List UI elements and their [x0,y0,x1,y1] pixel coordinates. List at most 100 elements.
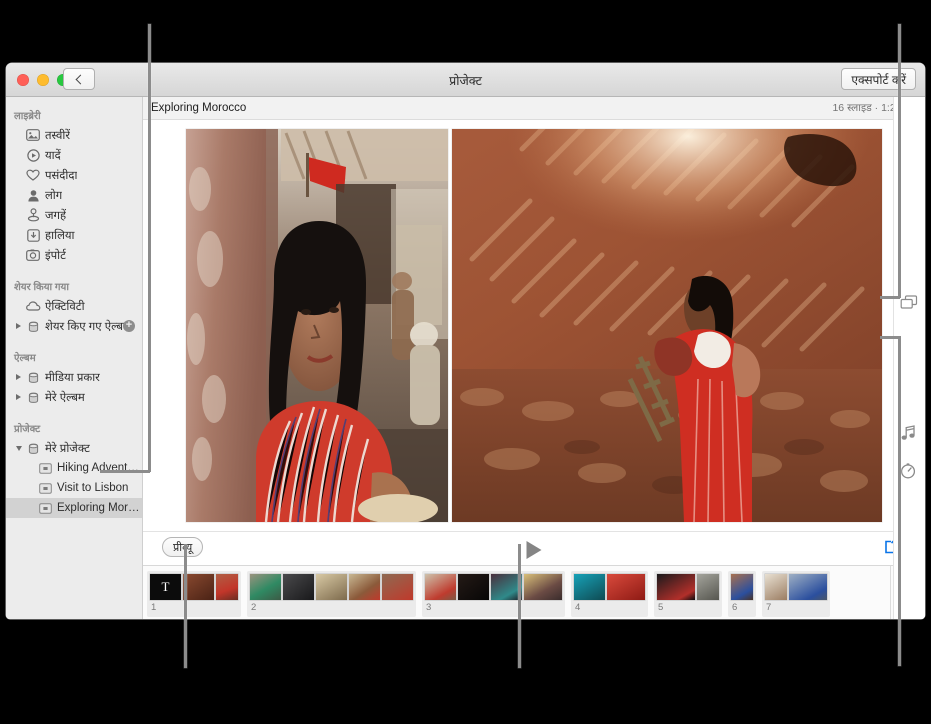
export-button[interactable]: एक्सपोर्ट करें [841,68,916,90]
filmstrip-thumbnail[interactable] [216,574,238,600]
filmstrip-thumbs: T [150,574,238,600]
sidebar-item-import[interactable]: इंपोर्ट [6,245,142,265]
sidebar-item-places[interactable]: जगहें [6,205,142,225]
sidebar-section-header-library: लाइब्रेरी [14,111,41,122]
duration-timer-icon[interactable] [900,463,916,484]
filmstrip-thumbnail[interactable] [731,574,753,600]
sidebar-item-visit-to-lisbon[interactable]: Visit to Lisbon [6,478,142,498]
filmstrip-thumbnail[interactable] [607,574,645,600]
play-icon[interactable] [526,541,542,559]
filmstrip-group-number: 7 [766,602,772,613]
sidebar-item-label: Visit to Lisbon [57,482,129,494]
album-icon [24,391,42,404]
filmstrip-thumbs [250,574,413,600]
disclosure-triangle-collapsed[interactable] [14,394,23,400]
filmstrip-thumbnail[interactable] [250,574,281,600]
callout-line-preview-button [184,544,187,668]
slide-photo-right[interactable] [452,129,882,522]
sidebar-item-activity[interactable]: ऐक्टिविटी [6,296,142,316]
filmstrip-group[interactable]: 2 [247,571,416,617]
album-icon [24,442,42,455]
filmstrip-thumbs [765,574,827,600]
add-shared-album-button[interactable]: + [123,320,135,332]
filmstrip-group[interactable]: 5 [654,571,722,617]
sidebar-item-my-projects[interactable]: मेरे प्रोजेक्ट [6,438,142,458]
slideshow-icon [36,502,54,514]
sidebar-item-label: शेयर किए गए ऐल्बम [45,320,130,333]
album-icon [24,320,42,333]
sidebar-section-header-shared: शेयर किया गया [14,282,69,293]
slide-photo-pair [186,129,882,522]
filmstrip-group[interactable]: 3 [422,571,565,617]
filmstrip-thumbnail[interactable] [316,574,347,600]
sidebar-item-media-types[interactable]: मीडिया प्रकार [6,367,142,387]
callout-line-inspector-top-arm [880,296,900,299]
sidebar-item-recents[interactable]: हालिया [6,225,142,245]
sidebar-item-photos[interactable]: तस्वीरें [6,125,142,145]
filmstrip-thumbs [657,574,719,600]
disclosure-triangle-collapsed[interactable] [14,323,23,329]
page-title: प्रोजेक्ट [449,74,482,88]
callout-line-play-button [518,544,521,668]
sidebar-item-exploring-morocco[interactable]: Exploring Moroc... [6,498,142,518]
cloud-icon [24,301,42,311]
window-titlebar: प्रोजेक्ट एक्सपोर्ट करें [6,63,925,97]
sidebar-item-memories[interactable]: यादें [6,145,142,165]
themes-windows-icon[interactable] [900,295,918,315]
slide-photo-left[interactable] [186,129,448,522]
filmstrip-group[interactable]: T 1 [147,571,241,617]
filmstrip-title-thumbnail[interactable]: T [150,574,181,600]
slide-filmstrip[interactable]: T 1 2 3 4 5 6 7 [143,565,925,619]
disclosure-triangle-expanded[interactable] [14,445,23,451]
memories-icon [24,148,42,162]
filmstrip-group[interactable]: 4 [571,571,648,617]
callout-line-inspector-bottom-arm [880,336,900,339]
filmstrip-group-number: 1 [151,602,157,613]
sidebar-item-shared-albums[interactable]: शेयर किए गए ऐल्बम + [6,316,142,336]
sidebar-item-label: तस्वीरें [45,129,71,142]
filmstrip-group-number: 5 [658,602,664,613]
filmstrip-thumbnail[interactable] [283,574,314,600]
filmstrip-thumbnail[interactable] [697,574,719,600]
sidebar-item-people[interactable]: लोग [6,185,142,205]
filmstrip-thumbnail[interactable] [524,574,562,600]
photos-app-window: प्रोजेक्ट एक्सपोर्ट करें लाइब्रेरी तस्वी… [6,63,925,619]
album-icon [24,371,42,384]
preview-button[interactable]: प्रीव्यू [162,537,204,557]
sidebar-item-my-albums[interactable]: मेरे ऐल्बम [6,387,142,407]
places-pin-icon [24,208,42,222]
filmstrip-group[interactable]: 7 [762,571,830,617]
sidebar-item-hiking-adventure[interactable]: Hiking Adventure [6,458,142,478]
filmstrip-group-number: 2 [251,602,257,613]
filmstrip-thumbnail[interactable] [789,574,827,600]
filmstrip-thumbnail[interactable] [765,574,787,600]
sidebar-item-favorites[interactable]: पसंदीदा [6,165,142,185]
sidebar-item-label: यादें [45,149,61,162]
filmstrip-thumbnail[interactable] [458,574,489,600]
slideshow-icon [36,482,54,494]
filmstrip-thumbnail[interactable] [183,574,214,600]
screenshot-root: प्रोजेक्ट एक्सपोर्ट करें लाइब्रेरी तस्वी… [0,0,931,724]
filmstrip-group[interactable]: 6 [728,571,756,617]
music-note-icon[interactable] [901,425,916,446]
import-camera-icon [24,249,42,261]
slideshow-icon [36,462,54,474]
sidebar: लाइब्रेरी तस्वीरें यादें पसंदीदा लोग जगह… [6,97,143,619]
sidebar-item-label: ऐक्टिविटी [45,300,85,313]
filmstrip-thumbnail[interactable] [425,574,456,600]
filmstrip-thumbnail[interactable] [349,574,380,600]
transport-bar: प्रीव्यू [143,531,925,565]
sidebar-item-label: लोग [45,189,63,202]
sidebar-item-label: मेरे प्रोजेक्ट [45,442,90,455]
window-body: लाइब्रेरी तस्वीरें यादें पसंदीदा लोग जगह… [6,97,925,619]
filmstrip-thumbnail[interactable] [574,574,605,600]
callout-line-sidebar-project-arm [100,470,150,473]
filmstrip-thumbnail[interactable] [382,574,413,600]
recents-download-icon [24,228,42,242]
project-name: Exploring Morocco [151,102,247,114]
filmstrip-thumbnail[interactable] [657,574,695,600]
disclosure-triangle-collapsed[interactable] [14,374,23,380]
